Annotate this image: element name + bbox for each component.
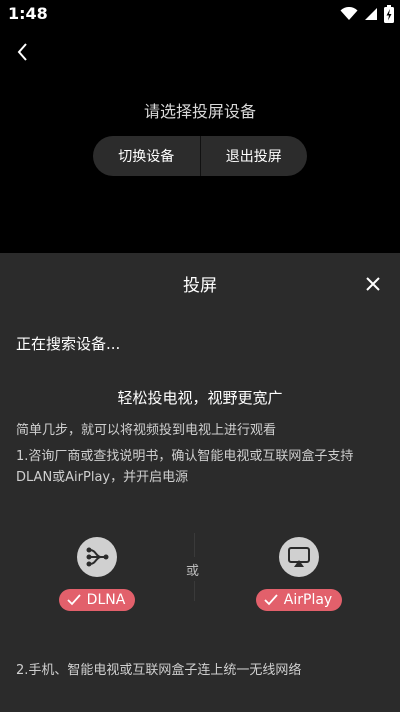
check-icon	[67, 594, 81, 606]
step-2-text: 2.手机、智能电视或互联网盒子连上统一无线网络	[16, 663, 302, 678]
chevron-left-icon	[17, 43, 27, 61]
dlna-icon	[77, 537, 117, 577]
airplay-icon	[279, 537, 319, 577]
dlna-label: DLNA	[86, 592, 126, 608]
exit-cast-button[interactable]: 退出投屏	[201, 136, 308, 176]
or-divider-bottom	[194, 581, 195, 601]
or-divider-top	[194, 533, 195, 557]
close-button[interactable]	[362, 273, 384, 295]
searching-status: 正在搜索设备...	[16, 335, 121, 353]
status-time: 1:48	[8, 4, 48, 23]
cast-control-group: 切换设备 退出投屏	[93, 136, 307, 176]
airplay-label: AirPlay	[283, 592, 333, 608]
back-button[interactable]	[12, 40, 36, 64]
status-icons	[340, 5, 394, 23]
check-icon	[264, 594, 278, 606]
airplay-option: AirPlay	[254, 537, 344, 611]
cast-panel: 投屏 正在搜索设备... 轻松投电视，视野更宽广 简单几步，就可以将视频投到电视…	[0, 253, 400, 712]
select-device-prompt: 请选择投屏设备	[143, 102, 256, 121]
panel-title: 投屏	[183, 276, 217, 296]
dlna-option: DLNA	[52, 537, 142, 611]
tip-intro: 简单几步，就可以将视频投到电视上进行观看	[16, 423, 277, 438]
switch-device-button[interactable]: 切换设备	[93, 136, 200, 176]
status-bar: 1:48	[0, 0, 400, 30]
or-label: 或	[186, 558, 200, 581]
wifi-icon	[340, 7, 358, 20]
step-1-text: 1.咨询厂商或查找说明书，确认智能电视或互联网盒子支持DLAN或AirPlay，…	[16, 449, 354, 485]
tip-heading: 轻松投电视，视野更宽广	[117, 389, 283, 407]
battery-charging-icon	[384, 5, 394, 23]
dlna-badge: DLNA	[58, 589, 136, 611]
airplay-badge: AirPlay	[255, 589, 343, 611]
close-icon	[366, 277, 380, 291]
cellular-signal-icon	[365, 8, 377, 20]
